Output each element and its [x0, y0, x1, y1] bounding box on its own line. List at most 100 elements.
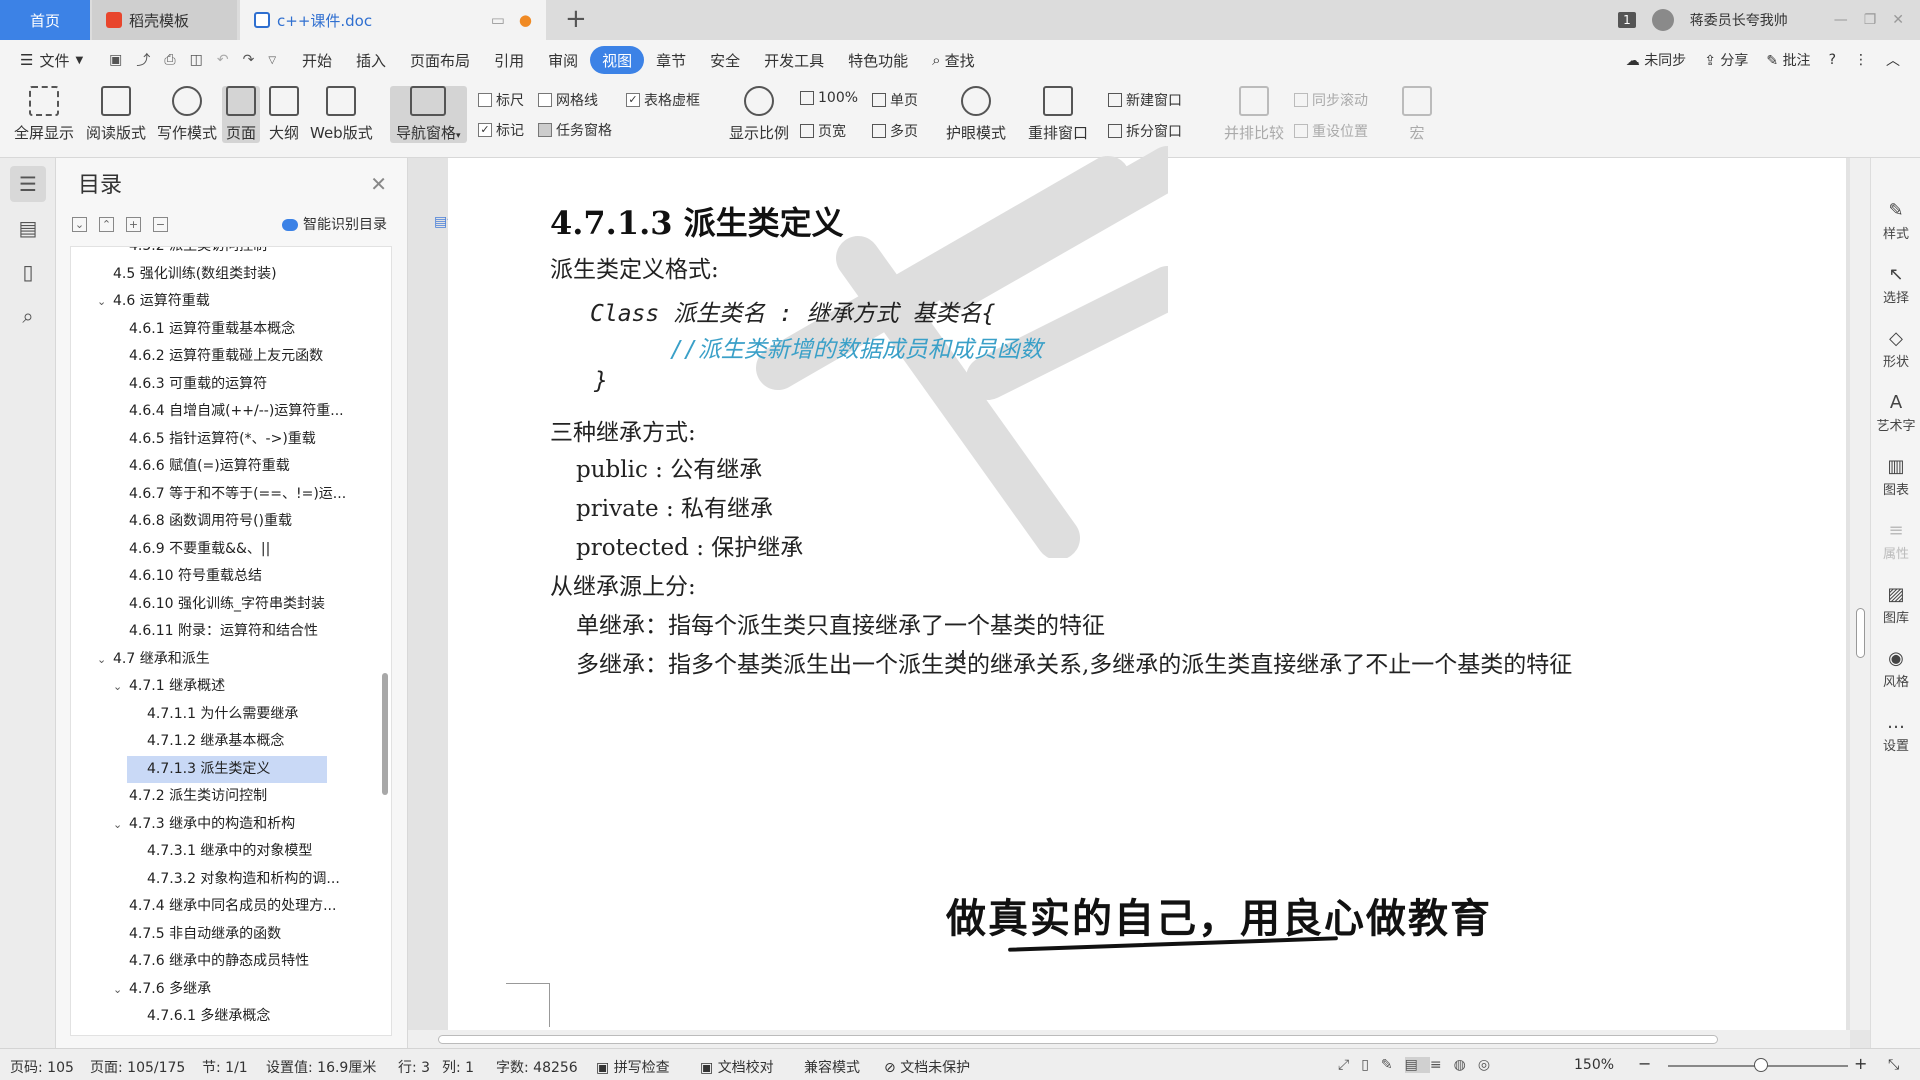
close-icon[interactable]: ✕: [370, 172, 387, 196]
find-icon[interactable]: ⌕: [10, 298, 46, 334]
user-name[interactable]: 蒋委员长夸我帅: [1690, 10, 1788, 30]
shape-tool[interactable]: ◇ 形状: [1871, 328, 1920, 370]
window-count-badge[interactable]: 1: [1618, 12, 1636, 28]
toc-item[interactable]: 4.6.10 符号重载总结: [71, 563, 391, 591]
new-window-button[interactable]: 新建窗口: [1108, 90, 1182, 110]
collapse-ribbon-icon[interactable]: ︿: [1886, 50, 1900, 70]
toc-item[interactable]: 4.7.1.2 继承基本概念: [71, 728, 391, 756]
properties-tool[interactable]: ≡ 属性: [1871, 520, 1920, 562]
hscroll-thumb[interactable]: [438, 1035, 1718, 1044]
status-setting[interactable]: 设置值: 16.9厘米: [266, 1057, 376, 1077]
menu-developer[interactable]: 开发工具: [752, 46, 836, 74]
zoom-level[interactable]: 150%: [1574, 1057, 1614, 1073]
toc-item[interactable]: 4.7.6.1 多继承概念: [71, 1003, 391, 1031]
toc-item[interactable]: 4.6.6 赋值(=)运算符重载: [71, 453, 391, 481]
theme-tool[interactable]: ◉ 风格: [1871, 648, 1920, 690]
menu-security[interactable]: 安全: [698, 46, 752, 74]
toc-item[interactable]: 4.7.1.1 为什么需要继承: [71, 701, 391, 729]
menu-references[interactable]: 引用: [482, 46, 536, 74]
vertical-scrollbar[interactable]: [1850, 158, 1870, 1030]
search-menu[interactable]: ⌕ 查找: [920, 46, 986, 74]
menu-view[interactable]: 视图: [590, 46, 645, 74]
select-tool[interactable]: ↖ 选择: [1871, 264, 1920, 306]
toc-item[interactable]: 4.7.1.3 派生类定义: [127, 755, 327, 783]
print-icon[interactable]: ⎙: [164, 52, 175, 68]
toc-item[interactable]: 4.6.9 不要重载&&、||: [71, 536, 391, 564]
vscroll-thumb[interactable]: [1856, 608, 1865, 658]
write-icon[interactable]: ✎: [1381, 1057, 1405, 1073]
toc-item[interactable]: 4.6.8 函数调用符号()重载: [71, 508, 391, 536]
smart-toc-button[interactable]: 智能识别目录: [282, 214, 387, 234]
toc-item[interactable]: 4.7.4 继承中同名成员的处理方...: [71, 893, 391, 921]
output-icon[interactable]: ⤴: [136, 50, 150, 70]
toc-item[interactable]: 4.7.3.2 对象构造和析构的调...: [71, 866, 391, 894]
eye-small-icon[interactable]: ◎: [1478, 1057, 1502, 1073]
compat-mode[interactable]: 兼容模式: [804, 1057, 860, 1077]
expand-down-icon[interactable]: ⌄: [72, 216, 87, 232]
toc-item[interactable]: 4.7.6 继承中的静态成员特性: [71, 948, 391, 976]
rearrange-button[interactable]: 重排窗口: [1028, 86, 1088, 143]
page-icon[interactable]: ▤: [1404, 1057, 1430, 1073]
menu-layout[interactable]: 页面布局: [398, 46, 482, 74]
toc-item[interactable]: ⌄ 4.7 继承和派生: [71, 646, 391, 674]
chevron-down-icon[interactable]: ⌄: [97, 288, 106, 316]
toc-item[interactable]: 4.6.10 强化训练_字符串类封装: [71, 591, 391, 619]
nav-pane-button[interactable]: 导航窗格▾: [390, 86, 467, 143]
restore-button[interactable]: ❐: [1864, 12, 1877, 28]
toc-item[interactable]: ⌄ 4.7.1 继承概述: [71, 673, 391, 701]
eye-care-button[interactable]: 护眼模式: [946, 86, 1006, 143]
toc-item[interactable]: 4.7.3.1 继承中的对象模型: [71, 838, 391, 866]
share-button[interactable]: ⇪ 分享: [1704, 50, 1748, 70]
toc-item[interactable]: 4.6.2 运算符重载碰上友元函数: [71, 343, 391, 371]
spell-check-button[interactable]: ▣ 拼写检查: [596, 1057, 670, 1077]
tab-docer-templates[interactable]: 稻壳模板: [92, 0, 237, 40]
menu-chapter[interactable]: 章节: [644, 46, 698, 74]
toc-item[interactable]: 4.6.7 等于和不等于(==、!=)运...: [71, 481, 391, 509]
gallery-tool[interactable]: ▨ 图库: [1871, 584, 1920, 626]
zoom-slider-thumb[interactable]: [1754, 1058, 1768, 1072]
help-icon[interactable]: ?: [1829, 52, 1836, 68]
menu-insert[interactable]: 插入: [344, 46, 398, 74]
status-word-count[interactable]: 字数: 48256: [496, 1057, 578, 1077]
redo-icon[interactable]: ↷: [243, 52, 255, 68]
chevron-down-icon[interactable]: ⌄: [113, 673, 122, 701]
reset-position-button[interactable]: 重设位置: [1294, 121, 1368, 141]
toc-item[interactable]: ⌄ 4.7.6 多继承: [71, 976, 391, 1004]
toc-list-icon[interactable]: ☰: [10, 166, 46, 202]
close-window-button[interactable]: ✕: [1892, 12, 1904, 28]
zoom-in-icon[interactable]: +: [1854, 1054, 1867, 1073]
page-view-button[interactable]: 页面: [222, 86, 261, 143]
more-options-icon[interactable]: ⋮: [1854, 52, 1868, 68]
zoom-button[interactable]: 显示比例: [729, 86, 789, 143]
chapter-icon[interactable]: ▤: [10, 210, 46, 246]
outline-small-icon[interactable]: ≡: [1430, 1057, 1454, 1073]
toc-item[interactable]: 4.5.2 派生类访问控制: [71, 247, 391, 261]
tab-document[interactable]: c++课件.doc ▭ ●: [240, 0, 546, 40]
chevron-down-icon[interactable]: ⌄: [113, 811, 122, 839]
more-icon[interactable]: ▽: [268, 55, 276, 66]
fit-window-icon[interactable]: ⤡: [1888, 1057, 1899, 1073]
reading-layout-button[interactable]: 阅读版式: [86, 86, 146, 143]
print-preview-icon[interactable]: ◫: [190, 52, 203, 68]
proofread-button[interactable]: ▣ 文档校对: [700, 1057, 774, 1077]
fullscreen-small-icon[interactable]: ⤢: [1338, 1057, 1361, 1073]
toc-scrollbar[interactable]: [382, 673, 388, 795]
minimize-button[interactable]: —: [1834, 12, 1848, 28]
style-tool[interactable]: ✎ 样式: [1871, 200, 1920, 242]
remove-icon[interactable]: −: [153, 216, 168, 232]
task-pane-checkbox[interactable]: 任务窗格: [538, 120, 612, 140]
monitor-icon[interactable]: ▭: [491, 11, 505, 29]
horizontal-scrollbar[interactable]: [408, 1030, 1850, 1048]
chevron-down-icon[interactable]: ⌄: [113, 976, 122, 1004]
web-layout-button[interactable]: Web版式: [310, 86, 373, 143]
save-icon[interactable]: ▣: [109, 52, 122, 68]
comment-button[interactable]: ✎ 批注: [1766, 50, 1810, 70]
marks-checkbox[interactable]: ✓ 标记: [478, 120, 524, 140]
gridlines-checkbox[interactable]: 网格线: [538, 90, 598, 110]
toc-item[interactable]: ⌄ 4.7.3 继承中的构造和析构: [71, 811, 391, 839]
toc-item[interactable]: 4.5 强化训练(数组类封装): [71, 261, 391, 289]
menu-features[interactable]: 特色功能: [836, 46, 920, 74]
table-lines-checkbox[interactable]: ✓ 表格虚框: [626, 90, 700, 110]
settings-tool[interactable]: … 设置: [1871, 712, 1920, 754]
add-tab-button[interactable]: +: [565, 4, 587, 34]
